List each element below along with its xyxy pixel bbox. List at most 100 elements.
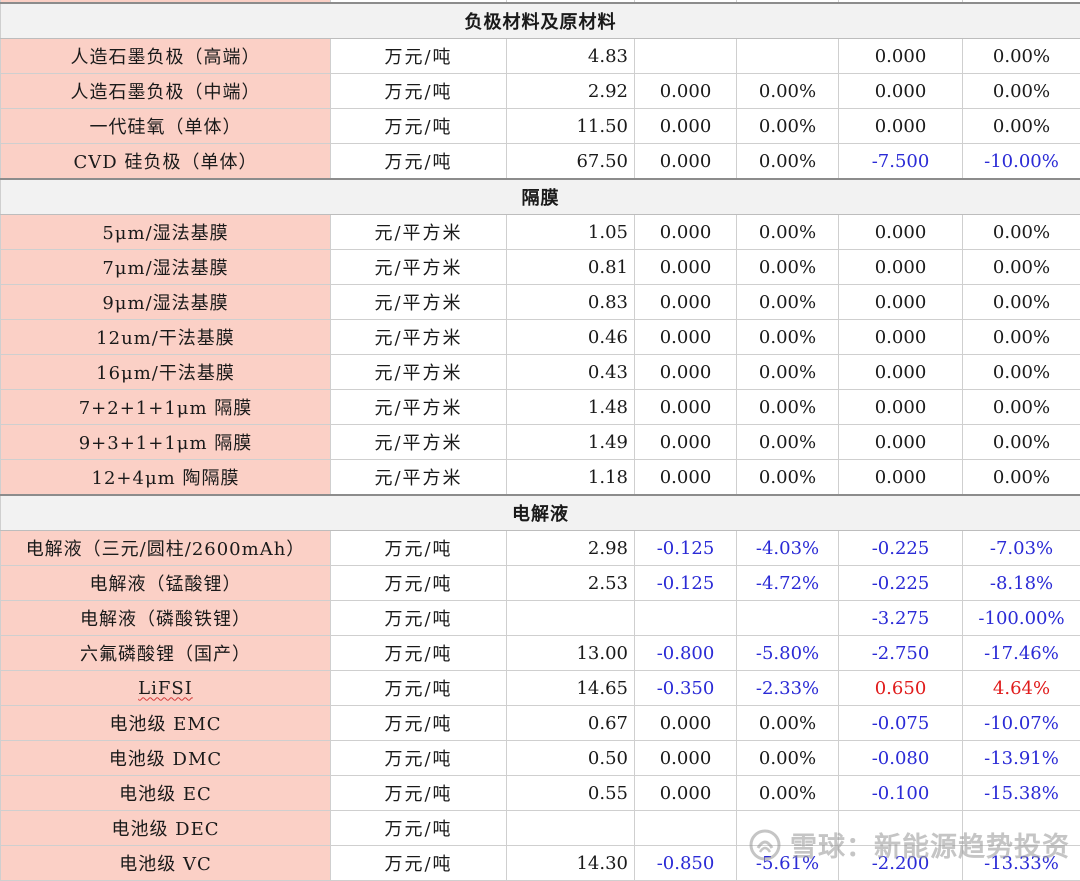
price: 2.92 — [507, 74, 635, 109]
material-name: 7μm/湿法基膜 — [1, 250, 331, 285]
pct-change-2: -13.33% — [963, 846, 1080, 881]
pct-change-2: 0.00% — [963, 460, 1080, 496]
pct-change-2: -13.91% — [963, 741, 1080, 776]
pct-change-2: 0.00% — [963, 74, 1080, 109]
table-row: 电池级 VC万元/吨14.30-0.850-5.61%-2.200-13.33% — [1, 846, 1080, 881]
material-name: 电解液（磷酸铁锂） — [1, 601, 331, 636]
pct-change-2: 0.00% — [963, 320, 1080, 355]
table-row: 9+3+1+1μm 隔膜元/平方米1.490.0000.00%0.0000.00… — [1, 425, 1080, 460]
unit: 万元/吨 — [331, 144, 507, 180]
change-2: 0.000 — [839, 250, 963, 285]
price: 1.05 — [507, 215, 635, 250]
change-1: 0.000 — [635, 776, 737, 811]
change-1: 0.000 — [635, 74, 737, 109]
unit: 元/平方米 — [331, 425, 507, 460]
unit: 万元/吨 — [331, 776, 507, 811]
material-name: 7+2+1+1μm 隔膜 — [1, 390, 331, 425]
price: 2.53 — [507, 566, 635, 601]
change-2: 0.000 — [839, 355, 963, 390]
pct-change-2: 0.00% — [963, 425, 1080, 460]
pct-change-1 — [737, 39, 839, 74]
price-table: 负极材料及原材料人造石墨负极（高端）万元/吨4.830.0000.00%人造石墨… — [0, 0, 1080, 881]
change-2: -0.225 — [839, 566, 963, 601]
change-2 — [839, 811, 963, 846]
table-row: 12um/干法基膜元/平方米0.460.0000.00%0.0000.00% — [1, 320, 1080, 355]
material-name: 5μm/湿法基膜 — [1, 215, 331, 250]
change-1: 0.000 — [635, 390, 737, 425]
change-1 — [635, 39, 737, 74]
table-row: 电解液（锰酸锂）万元/吨2.53-0.125-4.72%-0.225-8.18% — [1, 566, 1080, 601]
pct-change-2: 4.64% — [963, 671, 1080, 706]
pct-change-1: -4.03% — [737, 531, 839, 566]
unit: 万元/吨 — [331, 846, 507, 881]
change-1: -0.350 — [635, 671, 737, 706]
table-row: CVD 硅负极（单体）万元/吨67.500.0000.00%-7.500-10.… — [1, 144, 1080, 180]
price: 1.18 — [507, 460, 635, 496]
pct-change-2: -17.46% — [963, 636, 1080, 671]
unit: 元/平方米 — [331, 320, 507, 355]
table-row: 9μm/湿法基膜元/平方米0.830.0000.00%0.0000.00% — [1, 285, 1080, 320]
pct-change-2: 0.00% — [963, 109, 1080, 144]
table-row: 人造石墨负极（高端）万元/吨4.830.0000.00% — [1, 39, 1080, 74]
change-1: 0.000 — [635, 144, 737, 180]
change-2: 0.000 — [839, 285, 963, 320]
unit: 元/平方米 — [331, 390, 507, 425]
pct-change-2: -10.00% — [963, 144, 1080, 180]
pct-change-2: 0.00% — [963, 215, 1080, 250]
change-2: -0.100 — [839, 776, 963, 811]
change-1: -0.850 — [635, 846, 737, 881]
price — [507, 811, 635, 846]
pct-change-2: -7.03% — [963, 531, 1080, 566]
change-1: 0.000 — [635, 741, 737, 776]
pct-change-1 — [737, 601, 839, 636]
price: 4.83 — [507, 39, 635, 74]
pct-change-1: -4.72% — [737, 566, 839, 601]
section-title: 电解液 — [1, 495, 1080, 531]
change-1 — [635, 811, 737, 846]
change-1: 0.000 — [635, 285, 737, 320]
price: 0.43 — [507, 355, 635, 390]
unit: 万元/吨 — [331, 811, 507, 846]
unit: 万元/吨 — [331, 109, 507, 144]
change-1: 0.000 — [635, 425, 737, 460]
unit: 元/平方米 — [331, 460, 507, 496]
table-row: 12+4μm 陶隔膜元/平方米1.180.0000.00%0.0000.00% — [1, 460, 1080, 496]
pct-change-1: 0.00% — [737, 250, 839, 285]
table-row: 电解液（三元/圆柱/2600mAh）万元/吨2.98-0.125-4.03%-0… — [1, 531, 1080, 566]
change-2: 0.000 — [839, 109, 963, 144]
table-row: 人造石墨负极（中端）万元/吨2.920.0000.00%0.0000.00% — [1, 74, 1080, 109]
change-1: 0.000 — [635, 355, 737, 390]
change-1: -0.125 — [635, 531, 737, 566]
material-name: 一代硅氧（单体） — [1, 109, 331, 144]
unit: 万元/吨 — [331, 39, 507, 74]
change-2: 0.000 — [839, 320, 963, 355]
table-row: 一代硅氧（单体）万元/吨11.500.0000.00%0.0000.00% — [1, 109, 1080, 144]
material-name: CVD 硅负极（单体） — [1, 144, 331, 180]
table-row: 7μm/湿法基膜元/平方米0.810.0000.00%0.0000.00% — [1, 250, 1080, 285]
unit: 万元/吨 — [331, 706, 507, 741]
price: 67.50 — [507, 144, 635, 180]
price: 11.50 — [507, 109, 635, 144]
pct-change-2: 0.00% — [963, 285, 1080, 320]
material-name: 电池级 VC — [1, 846, 331, 881]
section-header: 电解液 — [1, 495, 1080, 531]
table-row: 电解液（磷酸铁锂）万元/吨-3.275-100.00% — [1, 601, 1080, 636]
material-name: 12um/干法基膜 — [1, 320, 331, 355]
unit: 元/平方米 — [331, 355, 507, 390]
pct-change-2: 0.00% — [963, 355, 1080, 390]
pct-change-1: 0.00% — [737, 741, 839, 776]
material-name: 电池级 DMC — [1, 741, 331, 776]
material-name: 电解液（三元/圆柱/2600mAh） — [1, 531, 331, 566]
change-1: 0.000 — [635, 215, 737, 250]
change-1: -0.800 — [635, 636, 737, 671]
change-2: -7.500 — [839, 144, 963, 180]
change-1: 0.000 — [635, 706, 737, 741]
material-name: 电池级 DEC — [1, 811, 331, 846]
table-row: 电池级 DEC万元/吨 — [1, 811, 1080, 846]
material-name: 人造石墨负极（中端） — [1, 74, 331, 109]
price: 0.81 — [507, 250, 635, 285]
price: 14.65 — [507, 671, 635, 706]
material-name: 电池级 EC — [1, 776, 331, 811]
pct-change-2: -15.38% — [963, 776, 1080, 811]
material-name: 9μm/湿法基膜 — [1, 285, 331, 320]
